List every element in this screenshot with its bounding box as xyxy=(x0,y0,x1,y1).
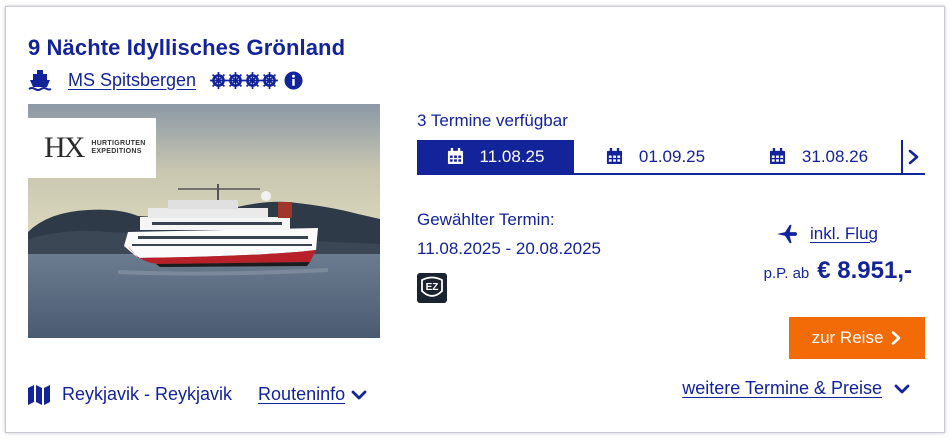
ship-wheel-icon xyxy=(227,71,245,89)
chevron-down-icon xyxy=(351,390,367,399)
calendar-icon xyxy=(447,148,463,165)
chevron-down-icon xyxy=(894,384,910,393)
date-tab-label: 11.08.25 xyxy=(479,146,545,166)
brand-logo-line2: EXPEDITIONS xyxy=(91,148,142,155)
date-selector: 11.08.25 01.09.25 31.08.26 xyxy=(417,140,925,175)
chevron-right-icon xyxy=(892,331,901,345)
date-tab-label: 01.09.25 xyxy=(638,146,706,166)
brand-logo-line1: HURTIGRUTEN xyxy=(91,140,146,147)
date-tab-2[interactable]: 01.09.25 xyxy=(574,140,737,173)
ship-photo[interactable]: HX HURTIGRUTEN EXPEDITIONS xyxy=(28,104,380,338)
price-row: p.P. ab € 8.951,- xyxy=(764,257,912,285)
calendar-icon xyxy=(769,148,785,165)
available-dates-label: 3 Termine verfügbar xyxy=(417,111,568,130)
flight-included-link[interactable]: inkl. Flug xyxy=(810,224,878,244)
ship-row: MS Spitsbergen xyxy=(28,68,303,92)
ship-name-link[interactable]: MS Spitsbergen xyxy=(68,70,196,91)
ship-rating xyxy=(210,71,279,89)
price-value: € 8.951,- xyxy=(817,257,912,284)
airplane-icon xyxy=(776,224,797,244)
selected-date-range: 11.08.2025 - 20.08.2025 xyxy=(417,239,602,258)
next-dates-button[interactable] xyxy=(901,140,925,173)
ship-wheel-icon xyxy=(261,71,279,89)
ez-badge-text: EZ xyxy=(426,282,439,293)
ship-wheel-icon xyxy=(244,71,262,89)
date-tab-label: 31.08.26 xyxy=(801,146,869,166)
ez-badge-icon: EZ xyxy=(417,273,447,303)
route-row: Reykjavik - Reykjavik Routeninfo xyxy=(28,384,367,405)
flight-info[interactable]: inkl. Flug xyxy=(776,224,878,244)
brand-logo-text: HURTIGRUTEN EXPEDITIONS xyxy=(91,140,145,156)
route-info-link[interactable]: Routeninfo xyxy=(258,384,367,405)
date-tab-1[interactable]: 11.08.25 xyxy=(417,140,574,173)
to-trip-button-label: zur Reise xyxy=(811,328,884,347)
date-tab-3[interactable]: 31.08.26 xyxy=(737,140,900,173)
info-icon[interactable] xyxy=(284,70,303,90)
chevron-right-icon xyxy=(908,149,919,164)
ship-wheel-icon xyxy=(210,71,228,89)
price-prefix: p.P. ab xyxy=(763,265,810,282)
cruise-title[interactable]: 9 Nächte Idyllisches Grönland xyxy=(28,35,345,61)
route-info-label: Routeninfo xyxy=(258,384,346,404)
more-dates-label: weitere Termine & Preise xyxy=(682,378,882,398)
route-text: Reykjavik - Reykjavik xyxy=(62,384,233,404)
to-trip-button[interactable]: zur Reise xyxy=(789,317,925,359)
more-dates-link[interactable]: weitere Termine & Preise xyxy=(682,378,910,399)
map-icon xyxy=(28,384,50,405)
brand-logo: HX HURTIGRUTEN EXPEDITIONS xyxy=(28,118,156,178)
selected-date-label: Gewählter Termin: xyxy=(417,210,555,229)
brand-logo-mark: HX xyxy=(44,131,85,164)
calendar-icon xyxy=(606,148,622,165)
ship-icon xyxy=(28,70,52,91)
